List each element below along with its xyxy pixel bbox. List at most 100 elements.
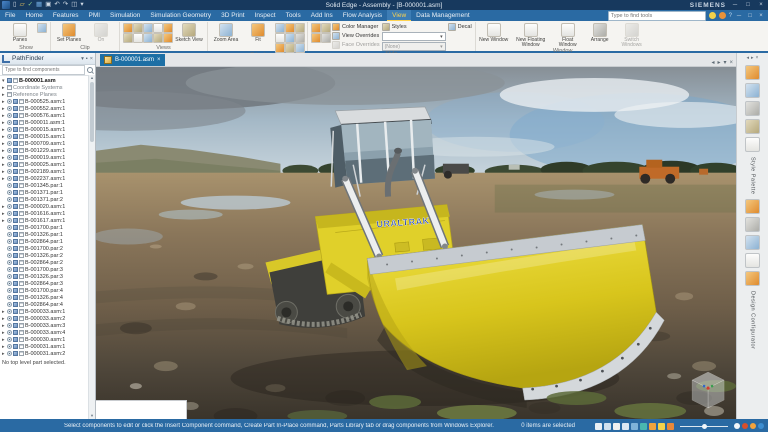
zoom-in-button[interactable] <box>758 423 764 429</box>
set-planes-button[interactable]: Set Planes <box>54 23 84 43</box>
panes-button[interactable]: Panes <box>5 23 35 43</box>
tab-view[interactable]: View <box>387 10 411 21</box>
tab-close-icon[interactable]: × <box>157 57 161 63</box>
tree-item[interactable]: ▸ B-000033.asm:1 <box>0 308 95 315</box>
orient-named-views-icon[interactable] <box>285 33 295 43</box>
tree-item[interactable]: B-002864.par:2 <box>0 259 95 266</box>
tree-item[interactable]: ▸ B-001616.asm:1 <box>0 210 95 217</box>
visibility-eye-icon[interactable] <box>7 99 12 104</box>
doc-minimize-button[interactable]: ─ <box>735 13 743 19</box>
visibility-eye-icon[interactable] <box>7 316 12 321</box>
zoom-slider[interactable] <box>680 426 728 427</box>
render-icon[interactable] <box>745 253 760 268</box>
find-tools-input[interactable] <box>608 11 706 21</box>
layers-icon[interactable] <box>622 423 629 430</box>
help-icon[interactable]: ? <box>729 12 732 20</box>
sketch-view-button[interactable]: Sketch View <box>174 23 204 43</box>
dock-forward-icon[interactable]: ▸ <box>751 55 754 61</box>
tree-item[interactable]: ▸ B-000031.asm:2 <box>0 350 95 357</box>
shadows-icon[interactable] <box>321 33 331 43</box>
float-window-button[interactable]: Float Window <box>553 23 583 48</box>
show-option-icon[interactable] <box>37 23 47 33</box>
select-tool-icon[interactable] <box>595 423 602 430</box>
community-icon[interactable] <box>709 12 716 19</box>
minimize-button[interactable]: ─ <box>731 2 739 8</box>
shading-mode-icon[interactable] <box>640 423 647 430</box>
tree-item[interactable]: B-001700.par:2 <box>0 245 95 252</box>
new-floating-window-button[interactable]: New Floating Window <box>511 23 551 48</box>
qat-dropdown-icon[interactable]: ▾ <box>80 1 83 9</box>
visibility-eye-icon[interactable] <box>7 218 12 223</box>
scroll-up-icon[interactable]: ▴ <box>91 75 93 81</box>
visibility-eye-icon[interactable] <box>7 281 12 286</box>
window-mode-icon[interactable] <box>613 423 620 430</box>
feedback-icon[interactable] <box>719 12 726 19</box>
visibility-eye-icon[interactable] <box>7 260 12 265</box>
tree-item[interactable]: ▸ B-000020.asm:1 <box>0 203 95 210</box>
new-window-button[interactable]: New Window <box>479 23 509 43</box>
scrollbar-thumb[interactable] <box>90 82 94 142</box>
orient-common-views-icon[interactable] <box>275 33 285 43</box>
face-overrides-button[interactable]: Face Overrides <box>332 41 380 49</box>
save-icon[interactable]: ✓ <box>28 1 33 9</box>
configurator-icon[interactable] <box>745 271 760 286</box>
view-top-icon[interactable] <box>133 33 143 43</box>
rotate-mode-icon[interactable] <box>649 423 656 430</box>
3d-viewport[interactable]: URALTRAK <box>96 67 736 419</box>
view-pan-icon[interactable] <box>163 33 173 43</box>
tree-item[interactable]: ▸ B-001617.asm:1 <box>0 217 95 224</box>
view-iso-icon[interactable] <box>163 23 173 33</box>
tree-item[interactable]: ▸ B-000019.asm:1 <box>0 154 95 161</box>
visibility-eye-icon[interactable] <box>7 337 12 342</box>
visibility-eye-icon[interactable] <box>7 239 12 244</box>
tree-item[interactable]: ▸ B-000011.asm:1 <box>0 119 95 126</box>
visibility-eye-icon[interactable] <box>7 183 12 188</box>
design-configurator-tab[interactable]: Design Configurator <box>750 291 756 349</box>
tree-item[interactable]: ▸ B-000525.asm:1 <box>0 98 95 105</box>
decal-button[interactable]: Decal <box>448 23 472 31</box>
tree-item[interactable]: B-001326.par:3 <box>0 273 95 280</box>
view-visible-edges-icon[interactable] <box>153 23 163 33</box>
visibility-eye-icon[interactable] <box>7 190 12 195</box>
pathfinder-scrollbar[interactable]: ▴ ▾ <box>88 75 95 419</box>
tree-item[interactable]: ▸ B-000031.asm:1 <box>0 343 95 350</box>
orient-zoom-icon[interactable] <box>275 23 285 33</box>
tree-item[interactable]: B-001326.par:4 <box>0 294 95 301</box>
tab-inspect[interactable]: Inspect <box>250 10 281 21</box>
visibility-eye-icon[interactable] <box>7 330 12 335</box>
visibility-eye-icon[interactable] <box>7 113 12 118</box>
pathfinder-header[interactable]: PathFinder ▾ ▪ × <box>0 53 95 65</box>
record-button[interactable] <box>742 423 748 429</box>
tab-simulation-geometry[interactable]: Simulation Geometry <box>145 10 216 21</box>
orient-previous-icon[interactable] <box>295 33 305 43</box>
pan-icon[interactable] <box>604 423 611 430</box>
zoom-area-button[interactable]: Zoom Area <box>211 23 241 43</box>
tree-item[interactable]: ▸ B-000025.asm:1 <box>0 161 95 168</box>
view-overrides-button[interactable]: View Overrides <box>332 32 380 40</box>
tree-item-reference-planes[interactable]: ▸ Reference Planes <box>0 91 95 98</box>
switch-windows-button[interactable]: Switch Windows <box>617 23 647 48</box>
tree-item[interactable]: B-001326.par:1 <box>0 231 95 238</box>
face-override-select[interactable]: (None)▾ <box>382 42 446 51</box>
visibility-eye-icon[interactable] <box>7 106 12 111</box>
tree-item[interactable]: ▸ B-000015.asm:1 <box>0 126 95 133</box>
tree-root[interactable]: ▾ B-000001.asm <box>0 77 95 84</box>
tab-add-ins[interactable]: Add Ins <box>306 10 338 21</box>
open-icon[interactable]: ▱ <box>20 1 25 9</box>
tree-item[interactable]: ▸ B-002189.asm:1 <box>0 168 95 175</box>
zoom-slider-thumb[interactable] <box>702 424 707 429</box>
tab-strip-close-icon[interactable]: × <box>729 60 733 66</box>
orient-look-icon[interactable] <box>295 23 305 33</box>
visibility-eye-icon[interactable] <box>7 253 12 258</box>
style-palette-tab[interactable]: Style Palette <box>750 157 756 194</box>
alert-button[interactable] <box>750 423 756 429</box>
print-icon[interactable]: ▣ <box>45 1 51 9</box>
tab-3d-print[interactable]: 3D Print <box>216 10 249 21</box>
color-palette-icon[interactable] <box>745 65 760 80</box>
tab-simulation[interactable]: Simulation <box>105 10 145 21</box>
tab-features[interactable]: Features <box>48 10 84 21</box>
view-front-icon[interactable] <box>123 33 133 43</box>
tree-item[interactable]: ▸ B-000552.asm:1 <box>0 105 95 112</box>
visibility-eye-icon[interactable] <box>7 155 12 160</box>
sphere-icon[interactable] <box>745 235 760 250</box>
